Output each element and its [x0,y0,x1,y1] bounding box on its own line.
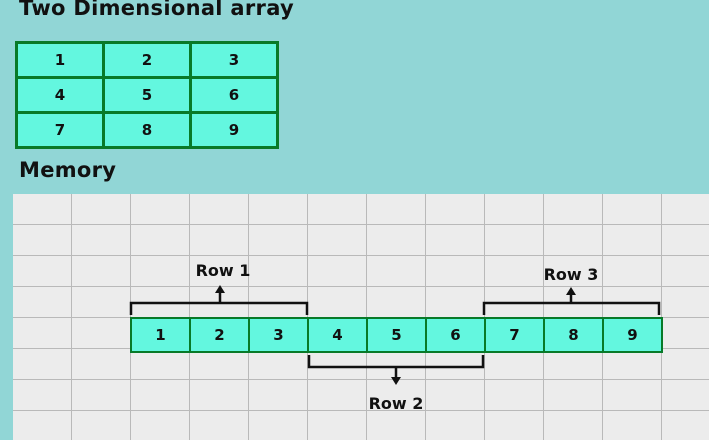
row-1-arrowhead-icon [215,285,225,293]
row-3-label: Row 3 [543,265,599,284]
brackets-layer [129,285,661,385]
row-3-arrowhead-icon [566,287,576,295]
row-1-label: Row 1 [195,261,251,280]
row-1-bracket [129,291,309,315]
row-2-bracket [307,355,485,378]
row-2-label: Row 2 [368,394,424,413]
row-3-bracket [482,294,661,315]
row-2-arrowhead-icon [391,377,401,385]
